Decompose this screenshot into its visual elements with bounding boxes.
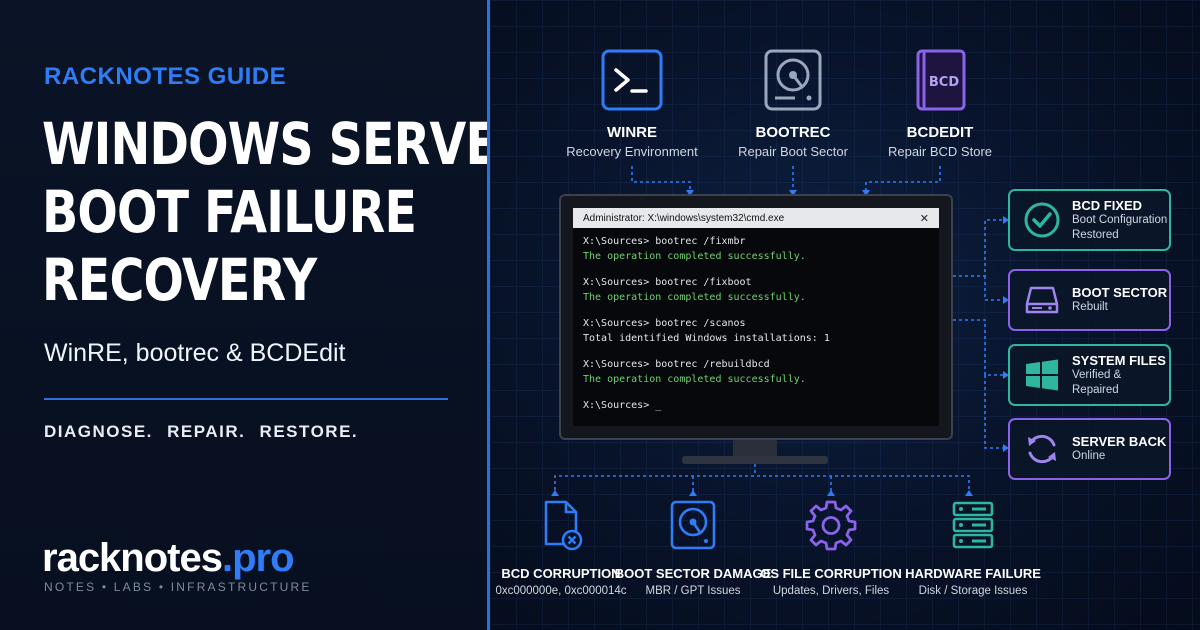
result-desc: Boot Configuration Restored <box>1072 213 1168 241</box>
page-title: WINDOWS SERVER BOOT FAILURE RECOVERY <box>42 110 534 314</box>
terminal-spacer <box>583 387 929 398</box>
logo-main: racknotes <box>42 536 223 580</box>
drive-icon <box>1022 280 1062 320</box>
terminal-spacer <box>583 264 929 275</box>
result-title: BOOT SECTOR <box>1072 285 1168 300</box>
terminal-line: The operation completed successfully. <box>583 292 806 303</box>
terminal-title: Administrator: X:\windows\system32\cmd.e… <box>583 212 785 224</box>
terminal-titlebar: Administrator: X:\windows\system32\cmd.e… <box>573 208 939 228</box>
result-card-server-back: SERVER BACK Online <box>1008 418 1171 480</box>
terminal-line: The operation completed successfully. <box>583 374 806 385</box>
terminal-line: Total identified Windows installations: … <box>583 333 830 344</box>
result-desc: Verified & Repaired <box>1072 368 1122 396</box>
tool-label: BOOTREC <box>755 124 831 141</box>
terminal-spacer <box>583 346 929 357</box>
tool-winre: WINRE Recovery Environment <box>552 48 712 159</box>
issue-hardware-failure: HARDWARE FAILURE Disk / Storage Issues <box>888 498 1058 597</box>
logo-accent: .pro <box>221 536 295 580</box>
server-icon <box>946 498 1000 552</box>
file-error-icon <box>534 498 588 552</box>
issue-desc: Disk / Storage Issues <box>918 585 1028 597</box>
check-circle-icon <box>1022 200 1062 240</box>
disk-icon <box>761 48 825 112</box>
tagline: DIAGNOSE. REPAIR. RESTORE. <box>44 422 359 441</box>
logo-subtitle: NOTES • LABS • INFRASTRUCTURE <box>44 580 312 594</box>
monitor: Administrator: X:\windows\system32\cmd.e… <box>559 194 953 440</box>
terminal-line: X:\Sources> bootrec /scanos <box>583 318 746 329</box>
tool-desc: Repair BCD Store <box>887 144 993 159</box>
tool-label: WINRE <box>607 124 657 141</box>
result-title: BCD FIXED <box>1072 197 1143 213</box>
terminal-line: X:\Sources> _ <box>583 400 662 411</box>
terminal-icon <box>600 48 664 112</box>
result-desc: Rebuilt <box>1072 301 1108 313</box>
tool-desc: Recovery Environment <box>566 144 698 159</box>
result-desc: Online <box>1072 450 1106 462</box>
book-icon: BCD <box>908 48 972 112</box>
refresh-icon <box>1022 429 1062 469</box>
result-title: SERVER BACK <box>1072 434 1167 449</box>
gear-icon <box>804 498 858 552</box>
bcd-badge: BCD <box>929 75 959 90</box>
terminal-spacer <box>583 305 929 316</box>
tool-desc: Repair Boot Sector <box>738 144 848 159</box>
tool-bcdedit: BCD BCDEDIT Repair BCD Store <box>860 48 1020 159</box>
terminal-line: The operation completed successfully. <box>583 251 806 262</box>
monitor-base <box>682 456 828 464</box>
divider-line <box>44 398 448 400</box>
terminal-line: X:\Sources> bootrec /fixboot <box>583 277 752 288</box>
tool-bootrec: BOOTREC Repair Boot Sector <box>713 48 873 159</box>
result-card-boot-sector: BOOT SECTOR Rebuilt <box>1008 269 1171 331</box>
result-card-system-files: SYSTEM FILES Verified & Repaired <box>1008 344 1171 406</box>
left-panel: RACKNOTES GUIDE WINDOWS SERVER BOOT FAIL… <box>0 0 534 630</box>
result-title: SYSTEM FILES <box>1072 352 1166 368</box>
terminal-window: Administrator: X:\windows\system32\cmd.e… <box>573 208 939 426</box>
terminal-line: X:\Sources> bootrec /fixmbr <box>583 236 746 247</box>
subtitle: WinRE, bootrec & BCDEdit <box>44 339 346 367</box>
title-line-1: WINDOWS SERVER <box>42 110 534 178</box>
hdd-icon <box>666 498 720 552</box>
terminal-output: X:\Sources> bootrec /fixmbr The operation… <box>573 228 939 419</box>
windows-logo-icon <box>1022 355 1062 395</box>
close-icon[interactable]: ✕ <box>920 212 929 225</box>
title-line-2: BOOT FAILURE <box>42 178 417 246</box>
title-line-3: RECOVERY <box>42 246 317 314</box>
terminal-line: X:\Sources> bootrec /rebuildbcd <box>583 359 770 370</box>
brand-logo: racknotes.pro <box>42 536 295 581</box>
tool-label: BCDEDIT <box>906 124 974 141</box>
guide-kicker: RACKNOTES GUIDE <box>44 63 287 90</box>
result-card-bcd-fixed: BCD FIXED Boot Configuration Restored <box>1008 189 1171 251</box>
issue-title: HARDWARE FAILURE <box>905 566 1041 581</box>
